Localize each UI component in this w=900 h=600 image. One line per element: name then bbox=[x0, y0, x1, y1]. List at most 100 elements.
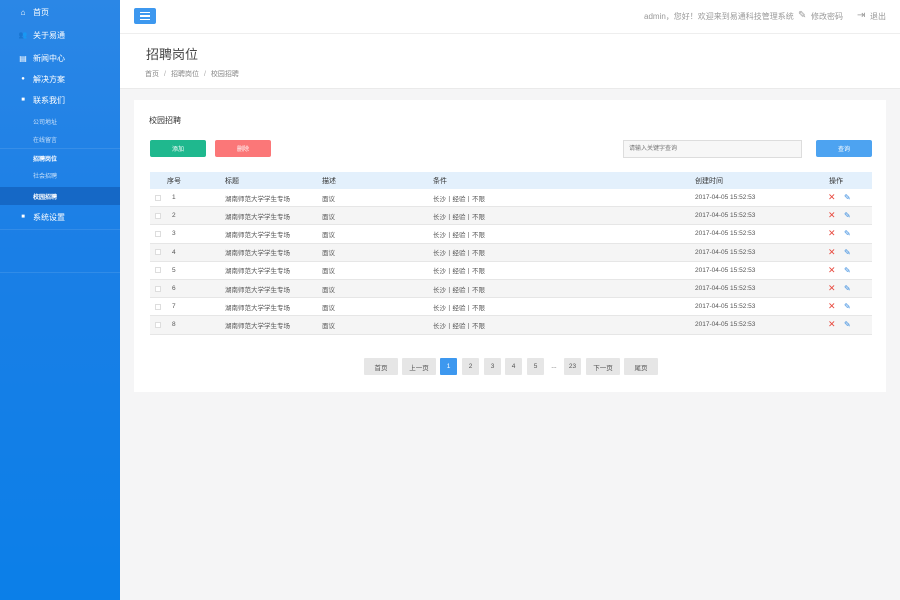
search-button[interactable]: 查询 bbox=[816, 140, 872, 157]
sidebar-item-settings[interactable]: ■ 系统设置 bbox=[0, 206, 120, 228]
row-checkbox-cell bbox=[155, 225, 161, 242]
delete-row-button[interactable]: ✕ bbox=[828, 225, 836, 242]
sidebar-subitem-label: 社会招聘 bbox=[33, 173, 58, 180]
logout-link[interactable]: 退出 bbox=[870, 11, 886, 22]
row-checkbox[interactable] bbox=[155, 194, 161, 201]
cell-cond: 长沙丨经验丨不限 bbox=[433, 286, 485, 294]
pagination-page[interactable]: 4 bbox=[505, 358, 522, 375]
sidebar-item-label: 关于易通 bbox=[33, 30, 65, 40]
cell-time: 2017-04-05 15:52:53 bbox=[695, 212, 756, 220]
row-checkbox[interactable] bbox=[155, 230, 161, 237]
delete-button[interactable]: 删除 bbox=[215, 140, 271, 157]
close-icon: ✕ bbox=[828, 192, 836, 203]
chat-icon: ■ bbox=[21, 214, 25, 220]
cell-desc: 面议 bbox=[322, 286, 335, 294]
row-checkbox[interactable] bbox=[155, 249, 161, 256]
sidebar-item-home[interactable]: ⌂ 首页 bbox=[0, 1, 120, 23]
pagination-last[interactable]: 尾页 bbox=[624, 358, 658, 375]
sidebar-subitem-social-recruit[interactable]: 社会招聘 bbox=[0, 166, 120, 184]
edit-row-button[interactable]: ✎ bbox=[844, 189, 851, 206]
cell-desc: 面议 bbox=[322, 304, 335, 312]
edit-row-button[interactable]: ✎ bbox=[844, 207, 851, 224]
delete-row-button[interactable]: ✕ bbox=[828, 207, 836, 224]
cell-cond: 长沙丨经验丨不限 bbox=[433, 322, 485, 330]
add-button[interactable]: 添加 bbox=[150, 140, 206, 157]
sidebar-item-news[interactable]: ▤ 新闻中心 bbox=[0, 47, 120, 69]
close-icon: ✕ bbox=[828, 264, 836, 275]
cell-cond: 长沙丨经验丨不限 bbox=[433, 213, 485, 221]
column-header-no: 序号 bbox=[167, 177, 181, 185]
pencil-icon: ✎ bbox=[844, 211, 851, 221]
hamburger-icon-line bbox=[140, 15, 150, 17]
edit-row-button[interactable]: ✎ bbox=[844, 316, 851, 333]
row-checkbox[interactable] bbox=[155, 285, 161, 292]
sidebar-subitem-campus-recruit[interactable]: 校园招聘 bbox=[0, 187, 120, 205]
delete-row-button[interactable]: ✕ bbox=[828, 280, 836, 297]
newspaper-icon: ▤ bbox=[19, 53, 27, 63]
sidebar-item-contact[interactable]: ■ 联系我们 bbox=[0, 89, 120, 111]
sidebar-item-solutions[interactable]: ● 解决方案 bbox=[0, 68, 120, 90]
cell-cond: 长沙丨经验丨不限 bbox=[433, 231, 485, 239]
sidebar-item-about[interactable]: 👥 关于易通 bbox=[0, 24, 120, 46]
sidebar-divider bbox=[0, 229, 120, 230]
pagination-first[interactable]: 首页 bbox=[364, 358, 398, 375]
pencil-icon: ✎ bbox=[844, 247, 851, 257]
menu-toggle-button[interactable] bbox=[134, 8, 156, 24]
pagination-next[interactable]: 下一页 bbox=[586, 358, 620, 375]
delete-row-button[interactable]: ✕ bbox=[828, 316, 836, 333]
row-checkbox[interactable] bbox=[155, 303, 161, 310]
change-password-link[interactable]: 修改密码 bbox=[811, 11, 843, 22]
cell-desc: 面议 bbox=[322, 268, 335, 276]
delete-row-button[interactable]: ✕ bbox=[828, 262, 836, 279]
row-checkbox-cell bbox=[155, 244, 161, 261]
edit-row-button[interactable]: ✎ bbox=[844, 225, 851, 242]
sidebar-subitem-label: 校园招聘 bbox=[33, 194, 58, 201]
cell-time: 2017-04-05 15:52:53 bbox=[695, 230, 756, 238]
cell-title: 湖南师范大学学生专场 bbox=[225, 250, 290, 258]
search-input[interactable] bbox=[623, 140, 802, 158]
home-icon: ⌂ bbox=[20, 7, 26, 17]
pagination-page[interactable]: 2 bbox=[462, 358, 479, 375]
sidebar-subitem-recruit[interactable]: 招聘岗位 bbox=[0, 149, 120, 167]
delete-row-button[interactable]: ✕ bbox=[828, 189, 836, 206]
pagination-page[interactable]: 5 bbox=[527, 358, 544, 375]
pagination-page[interactable]: 1 bbox=[440, 358, 457, 375]
hamburger-icon-line bbox=[140, 12, 150, 14]
table-header: 序号 标题 描述 条件 创建时间 操作 bbox=[150, 172, 872, 189]
delete-row-button[interactable]: ✕ bbox=[828, 298, 836, 315]
sidebar-subitem-address[interactable]: 公司地址 bbox=[0, 112, 120, 130]
cell-no: 6 bbox=[172, 285, 176, 293]
map-pin-icon: ● bbox=[21, 76, 25, 82]
row-checkbox[interactable] bbox=[155, 321, 161, 328]
breadcrumb-item[interactable]: 首页 bbox=[145, 71, 159, 78]
table-row: 4 湖南师范大学学生专场 面议 长沙丨经验丨不限 2017-04-05 15:52:53… bbox=[150, 243, 872, 262]
edit-row-button[interactable]: ✎ bbox=[844, 298, 851, 315]
sidebar-item-label: 解决方案 bbox=[33, 74, 65, 84]
column-header-cond: 条件 bbox=[433, 177, 447, 185]
edit-row-button[interactable]: ✎ bbox=[844, 262, 851, 279]
table-row: 6 湖南师范大学学生专场 面议 长沙丨经验丨不限 2017-04-05 15:52:53… bbox=[150, 279, 872, 299]
pagination-page[interactable]: 23 bbox=[564, 358, 581, 375]
cell-no: 3 bbox=[172, 230, 176, 238]
close-icon: ✕ bbox=[828, 301, 836, 312]
sidebar-subitem-label: 公司地址 bbox=[33, 119, 58, 126]
row-checkbox-cell bbox=[155, 316, 161, 333]
cell-no: 7 bbox=[172, 303, 176, 311]
cell-no: 1 bbox=[172, 194, 176, 202]
breadcrumb-item[interactable]: 招聘岗位 bbox=[171, 71, 199, 78]
cell-cond: 长沙丨经验丨不限 bbox=[433, 268, 485, 276]
sidebar-subitem-label: 招聘岗位 bbox=[33, 156, 58, 163]
delete-row-button[interactable]: ✕ bbox=[828, 244, 836, 261]
row-checkbox[interactable] bbox=[155, 212, 161, 219]
table-row: 5 湖南师范大学学生专场 面议 长沙丨经验丨不限 2017-04-05 15:52:53… bbox=[150, 262, 872, 280]
pencil-icon: ✎ bbox=[844, 265, 851, 275]
sidebar: ⌂ 首页 👥 关于易通 ▤ 新闻中心 ● 解决方案 ■ 联系我们 公司地址 在线… bbox=[0, 0, 120, 600]
cell-cond: 长沙丨经验丨不限 bbox=[433, 250, 485, 258]
table-row: 8 湖南师范大学学生专场 面议 长沙丨经验丨不限 2017-04-05 15:52:53… bbox=[150, 316, 872, 335]
sidebar-subitem-message[interactable]: 在线留言 bbox=[0, 130, 120, 148]
edit-row-button[interactable]: ✎ bbox=[844, 244, 851, 261]
row-checkbox[interactable] bbox=[155, 267, 161, 274]
pagination-page[interactable]: 3 bbox=[484, 358, 501, 375]
pagination-prev[interactable]: 上一页 bbox=[402, 358, 436, 375]
edit-row-button[interactable]: ✎ bbox=[844, 280, 851, 297]
